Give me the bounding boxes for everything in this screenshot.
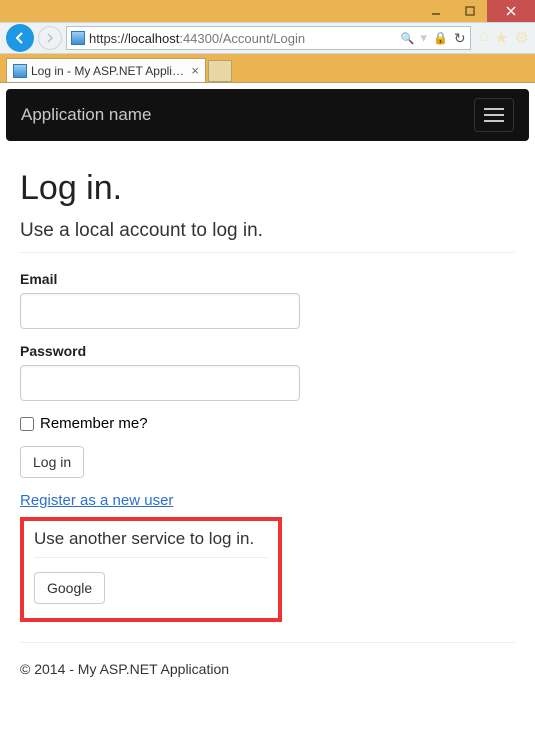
app-brand[interactable]: Application name — [21, 105, 151, 125]
new-tab-button[interactable] — [208, 60, 232, 82]
divider — [20, 252, 515, 253]
refresh-icon[interactable]: ↻ — [454, 30, 466, 47]
search-icon[interactable]: 🔍 — [401, 32, 415, 45]
favorites-icon[interactable]: ★ — [494, 28, 508, 48]
page-favicon-icon — [71, 31, 85, 45]
url-text: https://localhost:44300/Account/Login — [89, 31, 397, 46]
divider — [34, 557, 268, 558]
password-label: Password — [20, 343, 515, 359]
window-maximize-button[interactable] — [453, 0, 487, 22]
window-titlebar — [0, 0, 535, 22]
window-minimize-button[interactable] — [419, 0, 453, 22]
lock-icon: 🔒 — [433, 31, 448, 45]
tab-title: Log in - My ASP.NET Appli… — [31, 64, 187, 78]
email-field[interactable] — [20, 293, 300, 329]
addr-sep: ▾ — [420, 30, 427, 46]
external-login-heading: Use another service to log in. — [34, 529, 268, 549]
page-title: Log in. — [20, 169, 515, 208]
external-login-highlight: Use another service to log in. Google — [20, 517, 282, 622]
url-path: /Account/Login — [219, 31, 305, 46]
page-content: Log in. Use a local account to log in. E… — [0, 141, 535, 691]
register-link[interactable]: Register as a new user — [20, 492, 173, 509]
menu-toggle-button[interactable] — [474, 98, 514, 132]
browser-right-icons: ⌂ ★ ⚙ — [475, 28, 529, 48]
address-bar[interactable]: https://localhost:44300/Account/Login 🔍 … — [66, 26, 471, 50]
remember-me-label: Remember me? — [40, 415, 148, 432]
window-close-button[interactable] — [487, 0, 535, 22]
home-icon[interactable]: ⌂ — [479, 28, 489, 48]
page-viewport: Application name Log in. Use a local acc… — [0, 82, 535, 747]
tab-favicon-icon — [13, 64, 27, 78]
tab-strip: Log in - My ASP.NET Appli… × — [0, 54, 535, 82]
google-login-button[interactable]: Google — [34, 572, 105, 604]
remember-me-checkbox[interactable] — [20, 417, 34, 431]
page-subheading: Use a local account to log in. — [20, 220, 515, 242]
url-port: :44300 — [179, 31, 219, 46]
app-navbar: Application name — [6, 89, 529, 141]
back-button[interactable] — [6, 24, 34, 52]
email-label: Email — [20, 271, 515, 287]
browser-tab[interactable]: Log in - My ASP.NET Appli… × — [6, 58, 206, 82]
tab-close-icon[interactable]: × — [191, 63, 199, 78]
forward-button[interactable] — [38, 26, 62, 50]
url-host: localhost — [128, 31, 179, 46]
login-button[interactable]: Log in — [20, 446, 84, 478]
settings-icon[interactable]: ⚙ — [515, 28, 529, 48]
browser-toolbar: https://localhost:44300/Account/Login 🔍 … — [0, 22, 535, 54]
password-field[interactable] — [20, 365, 300, 401]
url-scheme: https:// — [89, 31, 128, 46]
page-footer: © 2014 - My ASP.NET Application — [20, 642, 515, 677]
